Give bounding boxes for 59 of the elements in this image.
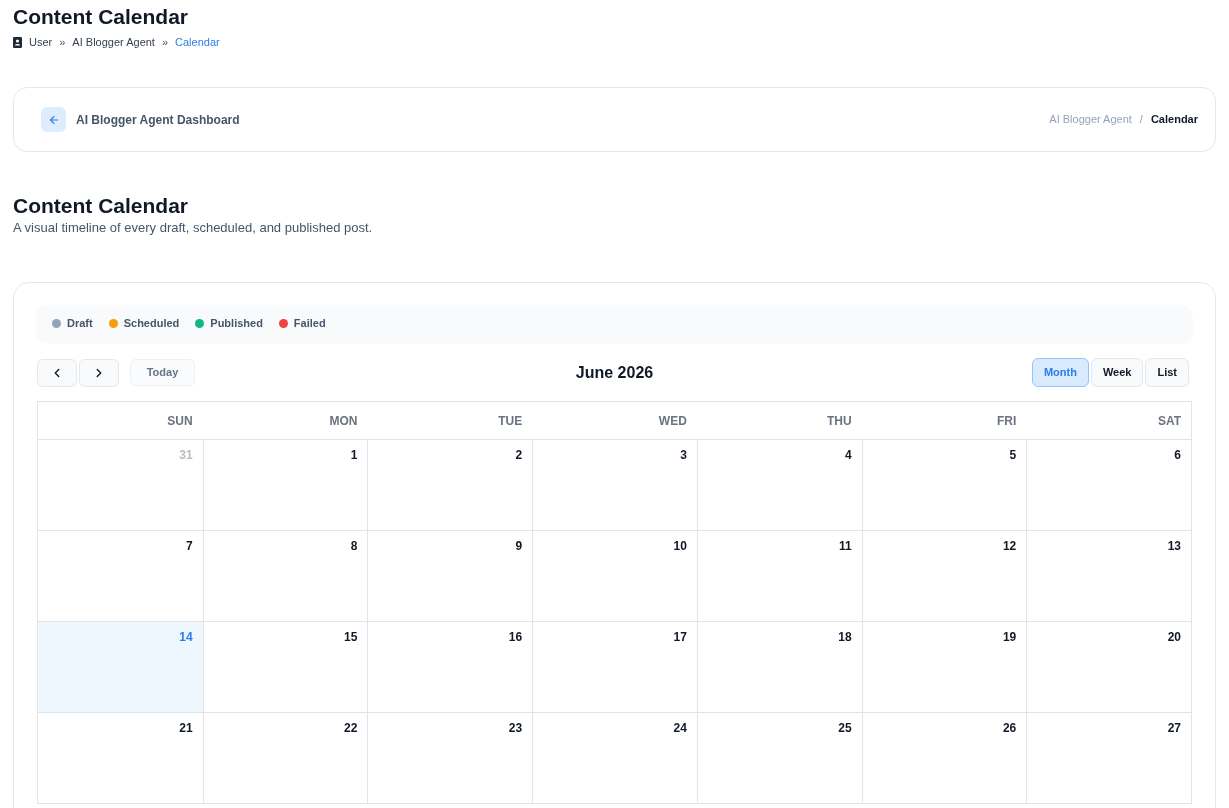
day-number: 4 [844, 447, 852, 462]
day-number: 18 [838, 629, 852, 644]
breadcrumb-link[interactable]: User [29, 34, 53, 50]
breadcrumb-separator: / [1139, 112, 1143, 128]
legend-label: Failed [293, 316, 326, 332]
day-number: 14 [179, 629, 193, 644]
day-number: 21 [179, 720, 193, 735]
section-title: Content Calendar [13, 193, 189, 219]
legend-label: Published [210, 316, 263, 332]
day-number: 15 [344, 629, 358, 644]
day-number: 27 [1167, 720, 1181, 735]
legend-label: Scheduled [123, 316, 180, 332]
weekday-header: TUE [498, 412, 523, 430]
page-title: Content Calendar [13, 4, 189, 30]
day-number: 23 [508, 720, 523, 735]
weekday-header: SAT [1157, 412, 1181, 430]
weekday-header: THU [826, 412, 852, 430]
day-number: 2 [515, 447, 523, 462]
breadcrumb-link[interactable]: Calendar [175, 34, 220, 50]
day-number: 13 [1167, 538, 1181, 553]
dashboard-title: AI Blogger Agent Dashboard [76, 111, 240, 129]
day-number: 11 [838, 538, 852, 553]
day-number: 22 [344, 720, 358, 735]
view-tab[interactable]: List [1145, 358, 1189, 387]
breadcrumb-link[interactable]: AI Blogger Agent [72, 34, 155, 50]
day-number: 25 [838, 720, 852, 735]
day-number: 3 [680, 447, 687, 462]
previous-button[interactable] [37, 358, 77, 387]
next-button[interactable] [79, 358, 119, 387]
back-button[interactable] [41, 107, 66, 132]
back-arrow-icon [47, 113, 60, 126]
legend-label: Draft [67, 316, 93, 332]
day-number: 31 [179, 447, 193, 462]
section-subtitle: A visual timeline of every draft, scheduled, and published post. [13, 219, 374, 237]
day-number: 12 [1002, 538, 1017, 553]
calendar-title: June 2026 [575, 362, 654, 383]
day-number: 17 [673, 629, 687, 644]
view-tab[interactable]: Week [1090, 358, 1144, 387]
day-number: 6 [1174, 447, 1181, 462]
day-number: 16 [508, 629, 523, 644]
breadcrumb-separator: » [161, 35, 169, 50]
breadcrumb-link[interactable]: Calendar [1150, 111, 1198, 128]
day-number: 19 [1002, 629, 1017, 644]
day-number: 7 [186, 538, 193, 553]
day-number: 10 [673, 538, 687, 553]
breadcrumb-separator: » [59, 35, 66, 50]
day-number: 9 [515, 538, 523, 553]
weekday-header: WED [658, 412, 687, 430]
day-cell[interactable]: 14 [38, 622, 203, 712]
day-number: 20 [1167, 629, 1181, 644]
weekday-header: MON [329, 412, 358, 430]
day-number: 26 [1002, 720, 1017, 735]
day-number: 8 [350, 538, 358, 553]
day-number: 24 [673, 720, 687, 735]
day-number: 5 [1009, 447, 1017, 462]
weekday-header: FRI [996, 412, 1017, 430]
contact-card-icon [13, 36, 22, 48]
day-number: 1 [350, 447, 358, 462]
weekday-header: SUN [167, 412, 193, 430]
